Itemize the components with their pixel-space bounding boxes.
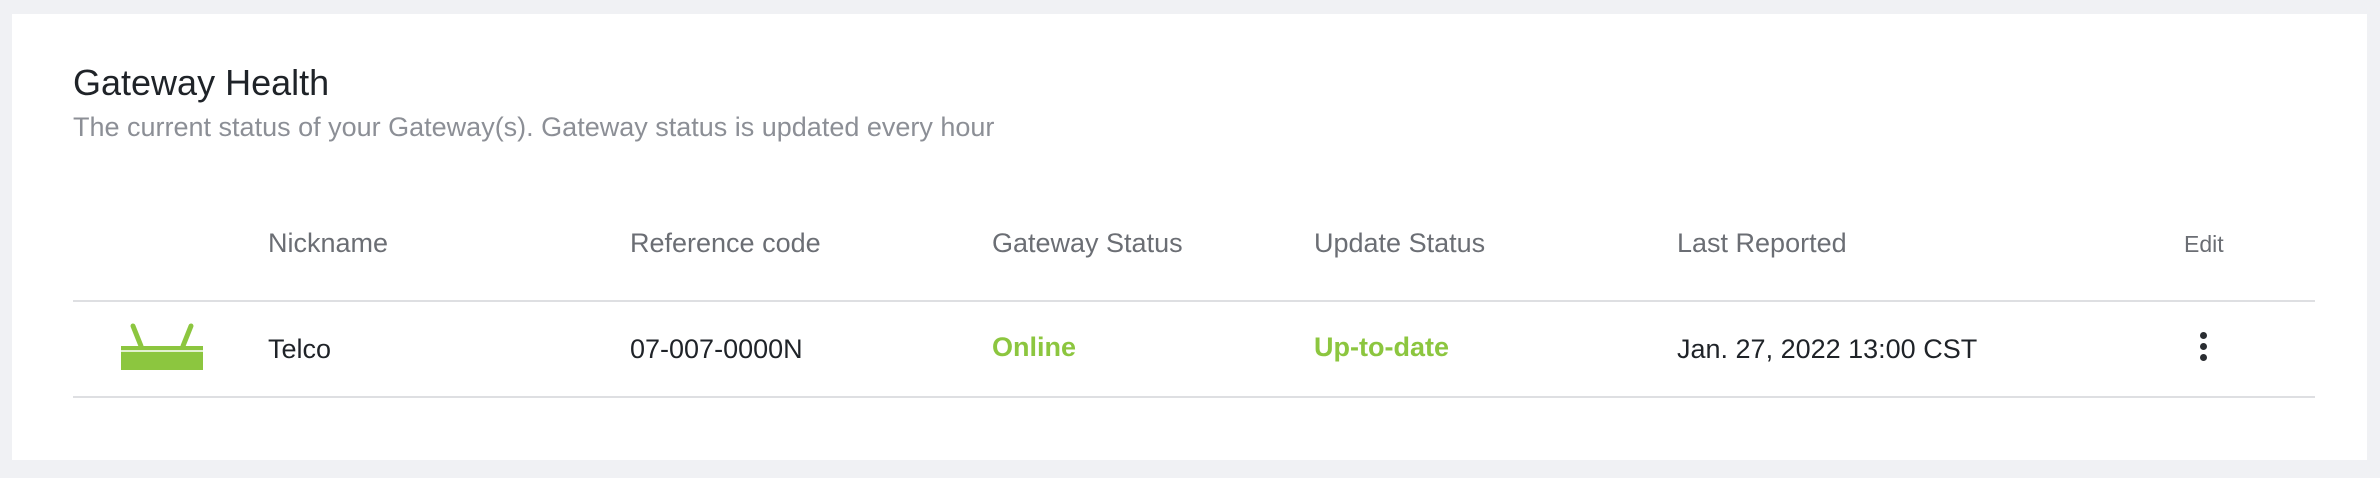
panel-title: Gateway Health	[73, 62, 330, 103]
gateway-health-panel: Gateway Health The current status of you…	[12, 14, 2367, 460]
column-header-gateway-status[interactable]: Gateway Status	[992, 228, 1183, 259]
column-header-update-status[interactable]: Update Status	[1314, 228, 1485, 259]
gateway-status-badge: Online	[992, 332, 1077, 362]
row-reference-code: 07-007-0000N	[630, 334, 803, 364]
column-header-edit: Edit	[2184, 231, 2224, 257]
panel-subtitle: The current status of your Gateway(s). G…	[73, 112, 995, 142]
row-nickname: Telco	[268, 334, 332, 364]
column-header-reference-code[interactable]: Reference code	[630, 228, 821, 259]
router-icon	[121, 322, 203, 370]
column-header-nickname[interactable]: Nickname	[268, 228, 388, 259]
update-status-badge: Up-to-date	[1314, 332, 1449, 362]
row-divider	[73, 396, 2315, 398]
header-divider	[73, 300, 2315, 302]
row-last-reported: Jan. 27, 2022 13:00 CST	[1677, 334, 1978, 364]
column-header-last-reported[interactable]: Last Reported	[1677, 228, 1847, 259]
more-vertical-icon[interactable]	[2196, 332, 2210, 366]
